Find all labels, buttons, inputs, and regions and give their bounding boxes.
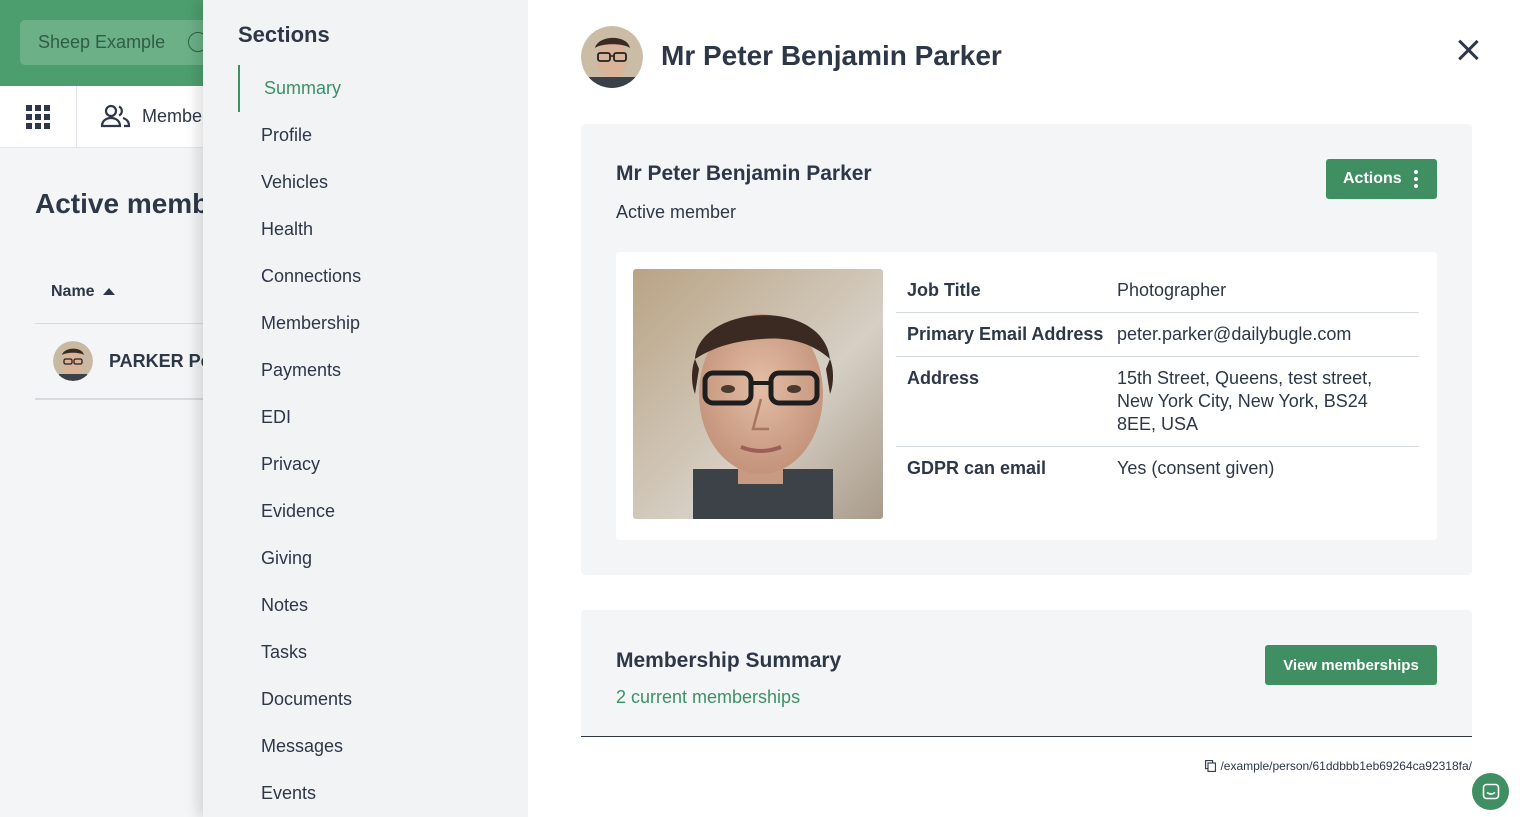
record-path[interactable]: /example/person/61ddbbb1eb69264ca92318fa… [1205, 759, 1472, 773]
tab-members[interactable]: Members [100, 104, 217, 128]
avatar [53, 341, 93, 381]
section-item-events[interactable]: Events [238, 770, 508, 817]
column-header-label: Name [51, 283, 95, 300]
section-item-privacy[interactable]: Privacy [238, 441, 508, 488]
detail-label: Job Title [907, 280, 981, 300]
section-item-membership[interactable]: Membership [238, 300, 508, 347]
actions-label: Actions [1343, 170, 1402, 187]
section-item-vehicles[interactable]: Vehicles [238, 159, 508, 206]
actions-button[interactable]: Actions [1326, 159, 1437, 199]
organisation-name: Sheep Example [38, 32, 166, 52]
sort-ascending-icon [102, 288, 115, 296]
sections-list: Summary Profile Vehicles Health Connecti… [238, 65, 508, 817]
person-info-box: Job Title Photographer Primary Email Add… [616, 252, 1437, 540]
detail-label: GDPR can email [907, 458, 1047, 478]
detail-value: 15th Street, Queens, test street, New Yo… [1117, 368, 1373, 434]
membership-summary-card: Membership Summary 2 current memberships… [581, 610, 1472, 737]
section-item-notes[interactable]: Notes [238, 582, 508, 629]
chat-icon [1482, 783, 1499, 799]
section-item-documents[interactable]: Documents [238, 676, 508, 723]
person-photo [633, 269, 883, 519]
membership-count[interactable]: 2 current memberships [616, 687, 800, 708]
section-item-summary[interactable]: Summary [238, 65, 508, 112]
detail-label: Address [907, 368, 980, 388]
close-icon[interactable] [1454, 36, 1482, 64]
copy-icon [1205, 760, 1217, 772]
avatar [581, 26, 643, 88]
section-item-connections[interactable]: Connections [238, 253, 508, 300]
sections-sidebar: Sections Summary Profile Vehicles Health… [203, 0, 528, 817]
apps-menu-button[interactable] [0, 86, 77, 148]
person-details: Job Title Photographer Primary Email Add… [896, 269, 1419, 490]
grid-icon [26, 105, 50, 129]
detail-row-address: Address 15th Street, Queens, test street… [896, 357, 1419, 447]
person-panel: Mr Peter Benjamin Parker Mr Peter Benjam… [528, 0, 1524, 817]
section-item-health[interactable]: Health [238, 206, 508, 253]
section-item-tasks[interactable]: Tasks [238, 629, 508, 676]
detail-label: Primary Email Address [907, 324, 1104, 344]
section-item-giving[interactable]: Giving [238, 535, 508, 582]
detail-value: Photographer [1117, 280, 1227, 300]
view-memberships-button[interactable]: View memberships [1265, 645, 1437, 685]
section-item-evidence[interactable]: Evidence [238, 488, 508, 535]
chat-button[interactable] [1472, 773, 1509, 810]
person-name-heading: Mr Peter Benjamin Parker [661, 40, 1002, 71]
people-icon [100, 104, 131, 128]
section-item-messages[interactable]: Messages [238, 723, 508, 770]
detail-value: Yes (consent given) [1117, 458, 1275, 478]
section-item-edi[interactable]: EDI [238, 394, 508, 441]
summary-name: Mr Peter Benjamin Parker [616, 162, 872, 185]
section-item-profile[interactable]: Profile [238, 112, 508, 159]
section-item-payments[interactable]: Payments [238, 347, 508, 394]
detail-row-job-title: Job Title Photographer [896, 269, 1419, 313]
membership-summary-title: Membership Summary [616, 649, 842, 672]
sections-title: Sections [238, 22, 330, 47]
more-vertical-icon [1414, 170, 1418, 188]
detail-value: peter.parker@dailybugle.com [1117, 324, 1352, 344]
record-path-text: /example/person/61ddbbb1eb69264ca92318fa… [1220, 759, 1472, 773]
detail-row-gdpr: GDPR can email Yes (consent given) [896, 447, 1419, 490]
detail-row-email: Primary Email Address peter.parker@daily… [896, 313, 1419, 357]
summary-card: Mr Peter Benjamin Parker Active member A… [581, 124, 1472, 575]
member-status: Active member [616, 202, 737, 222]
